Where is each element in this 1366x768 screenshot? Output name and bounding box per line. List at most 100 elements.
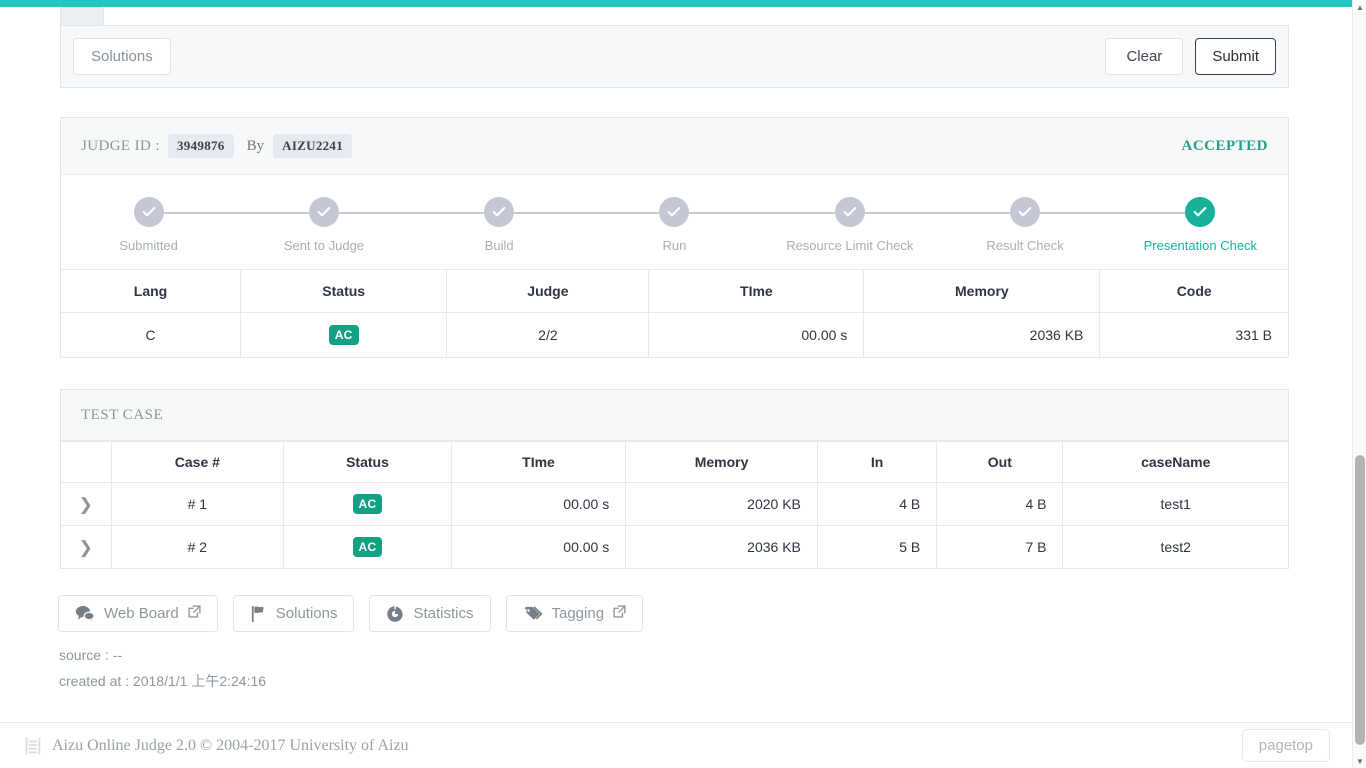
tc-header-case: Case # bbox=[110, 441, 284, 483]
summary-judge: 2/2 bbox=[446, 312, 649, 357]
tc-time: 00.00 s bbox=[450, 525, 626, 568]
tc-out: 4 B bbox=[936, 482, 1063, 526]
summary-table: Lang Status Judge TIme Memory Code C AC … bbox=[61, 269, 1288, 357]
aizu-logo-icon bbox=[25, 737, 41, 754]
step-run: Run bbox=[586, 197, 763, 253]
tc-status: AC bbox=[283, 482, 452, 526]
scrollbar-thumb[interactable] bbox=[1355, 455, 1365, 745]
scroll-down-arrow[interactable]: ▼ bbox=[1353, 754, 1366, 768]
tc-header-in: In bbox=[816, 441, 937, 483]
tc-memory: 2036 KB bbox=[625, 525, 818, 568]
page-footer: Aizu Online Judge 2.0 © 2004-2017 Univer… bbox=[0, 723, 1352, 768]
vertical-scrollbar[interactable]: ▲ ▼ bbox=[1352, 0, 1366, 768]
step-label: Run bbox=[662, 238, 687, 253]
step-label: Resource Limit Check bbox=[786, 238, 914, 253]
step-connector-right bbox=[1040, 212, 1113, 214]
summary-header-row: Lang Status Judge TIme Memory Code bbox=[61, 269, 1288, 313]
expand-row-button[interactable]: ❯ bbox=[61, 525, 111, 568]
ac-badge: AC bbox=[352, 494, 383, 514]
external-link-icon bbox=[613, 605, 626, 618]
flag-icon bbox=[250, 605, 267, 623]
step-connector-right bbox=[864, 212, 938, 214]
created-meta: created at : 2018/1/1 上午2:24:16 bbox=[59, 673, 267, 689]
solutions-link-button[interactable]: Solutions bbox=[232, 595, 355, 632]
step-sent-to-judge: Sent to Judge bbox=[236, 197, 412, 253]
step-connector-right bbox=[689, 212, 763, 214]
web-board-link-button[interactable]: Web Board bbox=[58, 595, 218, 632]
chevron-right-icon: ❯ bbox=[78, 494, 93, 514]
step-check-icon bbox=[659, 197, 690, 227]
clear-button[interactable]: Clear bbox=[1105, 37, 1184, 76]
summary-header-status: Status bbox=[240, 269, 447, 313]
tc-memory: 2020 KB bbox=[625, 482, 818, 526]
tc-case: # 2 bbox=[110, 525, 284, 568]
step-build: Build bbox=[411, 197, 587, 253]
link-label: Statistics bbox=[413, 605, 474, 622]
expand-row-button[interactable]: ❯ bbox=[61, 482, 111, 526]
table-row[interactable]: ❯ # 1 AC 00.00 s 2020 KB 4 B4 Btest1 bbox=[61, 482, 1288, 526]
link-label: Tagging bbox=[551, 605, 605, 622]
scroll-up-arrow[interactable]: ▲ bbox=[1353, 0, 1366, 14]
ac-badge: AC bbox=[328, 325, 359, 345]
resource-links: Web Board Solutions Statistics Tagging bbox=[58, 595, 644, 632]
judge-id-label: JUDGE ID : bbox=[81, 137, 160, 154]
summary-header-time: TIme bbox=[648, 269, 864, 313]
external-link-icon bbox=[613, 605, 626, 622]
tc-casename: test1 bbox=[1062, 482, 1288, 526]
tc-in: 5 B bbox=[816, 525, 937, 568]
judge-id-value: 3949876 bbox=[168, 134, 234, 158]
submission-result-page: Solutions Clear Submit JUDGE ID : 394987… bbox=[0, 0, 1366, 768]
summary-header-code: Code bbox=[1099, 269, 1288, 313]
top-accent-bar bbox=[0, 0, 1352, 7]
step-label: Result Check bbox=[986, 238, 1064, 253]
tc-status: AC bbox=[283, 525, 452, 568]
step-presentation-check: Presentation Check bbox=[1112, 197, 1288, 253]
summary-memory: 2036 KB bbox=[863, 312, 1100, 357]
tc-out: 7 B bbox=[936, 525, 1063, 568]
step-result-check: Result Check bbox=[937, 197, 1113, 253]
step-connector-right bbox=[163, 212, 237, 214]
test-case-header-row: Case # Status TIme Memory In Out caseNam… bbox=[61, 441, 1288, 483]
solutions-button[interactable]: Solutions bbox=[73, 37, 171, 76]
tab-stub[interactable] bbox=[60, 7, 104, 25]
pagetop-button[interactable]: pagetop bbox=[1241, 729, 1330, 762]
summary-header-memory: Memory bbox=[863, 269, 1100, 313]
step-connector-right bbox=[514, 212, 587, 214]
status-badge: ACCEPTED bbox=[1181, 137, 1268, 154]
external-link-icon bbox=[188, 605, 201, 622]
footer-text: Aizu Online Judge 2.0 © 2004-2017 Univer… bbox=[52, 736, 409, 754]
step-connector-left bbox=[762, 212, 835, 214]
step-submitted: Submitted bbox=[61, 197, 237, 253]
tc-in: 4 B bbox=[816, 482, 937, 526]
step-resource-limit-check: Resource Limit Check bbox=[762, 197, 938, 253]
submit-button[interactable]: Submit bbox=[1195, 37, 1276, 76]
judge-result-card: JUDGE ID : 3949876 By AIZU2241 ACCEPTED … bbox=[60, 117, 1289, 358]
submit-toolbar: Solutions Clear Submit bbox=[60, 25, 1289, 88]
step-label: Submitted bbox=[119, 238, 178, 253]
summary-status: AC bbox=[240, 312, 447, 357]
tc-casename: test2 bbox=[1062, 525, 1288, 568]
step-connector-right bbox=[338, 212, 412, 214]
tc-header-status: Status bbox=[283, 441, 452, 483]
submit-actions: Clear Submit bbox=[1105, 37, 1276, 76]
step-connector-left bbox=[586, 212, 660, 214]
step-check-icon bbox=[133, 197, 164, 227]
step-label: Build bbox=[484, 238, 514, 253]
judge-progress-stepper: Submitted Sent to Judge Build Run Resource L… bbox=[61, 175, 1288, 269]
test-case-table: Case # Status TIme Memory In Out caseNam… bbox=[61, 441, 1288, 568]
judge-user[interactable]: AIZU2241 bbox=[273, 134, 353, 158]
external-link-icon bbox=[188, 605, 201, 618]
summary-code: 331 B bbox=[1099, 312, 1288, 357]
statistics-link-button[interactable]: Statistics bbox=[369, 595, 491, 632]
step-check-icon bbox=[308, 197, 339, 227]
summary-header-judge: Judge bbox=[446, 269, 649, 313]
comments-icon bbox=[75, 605, 95, 622]
table-row[interactable]: ❯ # 2 AC 00.00 s 2036 KB 5 B7 Btest2 bbox=[61, 525, 1288, 568]
chevron-right-icon: ❯ bbox=[78, 537, 93, 557]
tc-header-expand bbox=[61, 441, 111, 483]
step-connector-left bbox=[411, 212, 485, 214]
step-label: Presentation Check bbox=[1143, 238, 1258, 253]
tagging-link-button[interactable]: Tagging bbox=[505, 595, 644, 632]
step-check-icon bbox=[1010, 197, 1041, 227]
step-check-icon bbox=[484, 197, 515, 227]
